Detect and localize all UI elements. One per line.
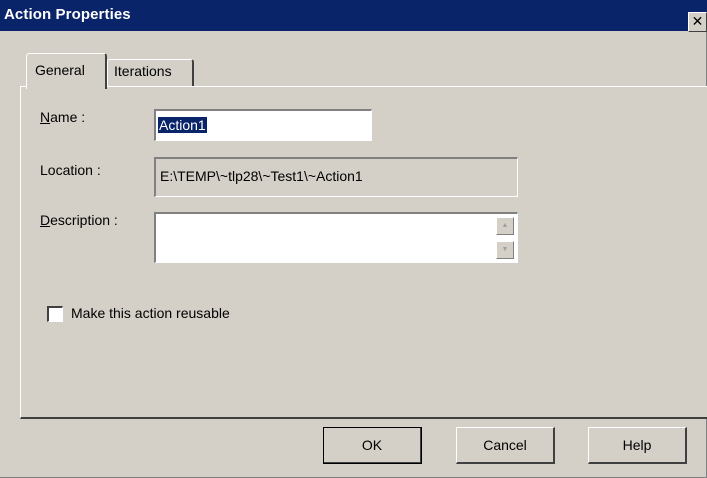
location-field: E:\TEMP\~tlp28\~Test1\~Action1 [154, 157, 518, 197]
scroll-up-icon[interactable]: ▲ [496, 217, 514, 235]
help-button[interactable]: Help [588, 427, 687, 464]
location-label: Location : [40, 162, 101, 178]
ok-button[interactable]: OK [323, 427, 422, 464]
description-input[interactable]: ▲ ▼ [154, 212, 518, 263]
description-scrollbar[interactable]: ▲ ▼ [494, 214, 515, 261]
reusable-checkbox-label[interactable]: Make this action reusable [71, 305, 230, 321]
tab-iterations-label: Iterations [114, 63, 172, 79]
tab-general[interactable]: General [26, 53, 107, 89]
name-input[interactable]: Action1 [154, 109, 372, 141]
action-properties-dialog: Action Properties ✕ General Iterations N… [0, 0, 707, 478]
close-icon[interactable]: ✕ [688, 12, 707, 32]
tab-general-label: General [35, 62, 85, 78]
reusable-checkbox[interactable] [47, 306, 63, 322]
name-label: Name : [40, 109, 86, 125]
tab-iterations[interactable]: Iterations [107, 59, 194, 86]
title-bar[interactable]: Action Properties ✕ [0, 0, 707, 32]
description-label: Description : [40, 212, 118, 228]
cancel-button[interactable]: Cancel [456, 427, 555, 464]
scroll-down-icon[interactable]: ▼ [496, 241, 514, 259]
dialog-title: Action Properties [4, 6, 131, 23]
name-input-value: Action1 [158, 117, 207, 133]
